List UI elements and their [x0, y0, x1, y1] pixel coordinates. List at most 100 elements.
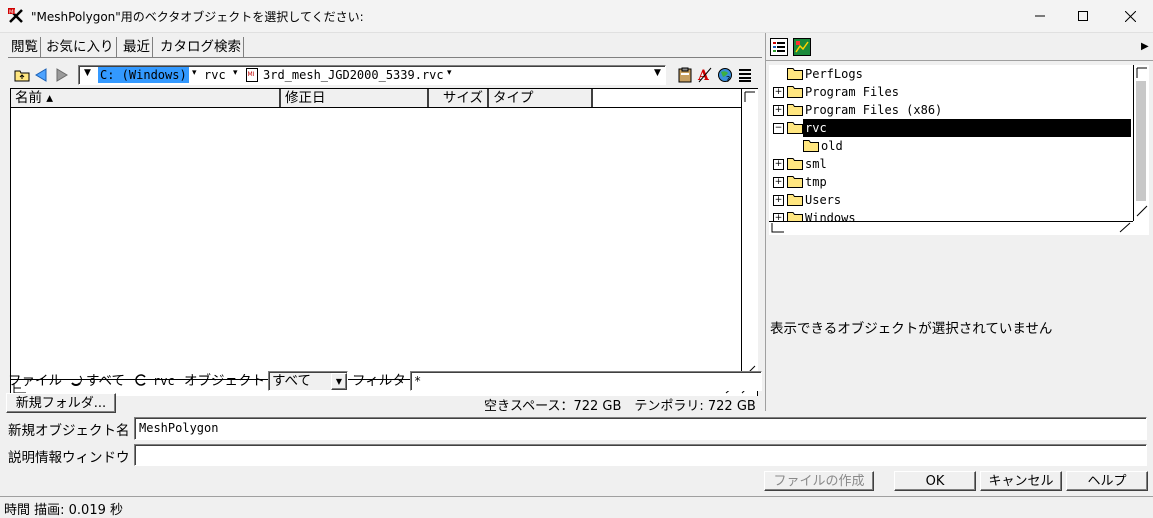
tree-item[interactable]: PerfLogs [769, 65, 1131, 83]
path-bar[interactable]: ▼ C: (Windows) ▾ rvc ▾ MI 3rd_mesh_JGD20… [78, 65, 666, 85]
tree-item-label[interactable]: rvc [805, 119, 827, 137]
no-selection-message: 表示できるオブジェクトが選択されていません [770, 321, 1053, 337]
column-header-type[interactable]: タイプ [489, 89, 593, 107]
chevron-down-icon[interactable]: ▾ [192, 68, 197, 78]
tree-item-label[interactable]: sml [805, 155, 827, 173]
clipboard-icon [678, 67, 692, 83]
rvc-radio-label[interactable]: rvc [153, 372, 175, 390]
tree-item-label[interactable]: Windows [805, 209, 856, 221]
filter-input[interactable]: * [410, 371, 762, 391]
create-file-button[interactable]: ファイルの作成 [764, 471, 874, 491]
tree-selection-highlight [803, 119, 1131, 137]
column-header-name[interactable]: 名前 ▴ [11, 89, 281, 107]
tree-item[interactable]: − rvc [769, 119, 1131, 137]
space-info: 空きスペース：722 GB テンポラリ: 722 GB [484, 399, 756, 414]
folder-icon [787, 104, 803, 116]
tree-item[interactable]: + Program Files [769, 83, 1131, 101]
scroll-up-icon[interactable] [744, 91, 756, 103]
ok-button[interactable]: OK [894, 471, 976, 491]
tree-item-label[interactable]: tmp [805, 173, 827, 191]
text-search-button[interactable]: A [697, 67, 713, 83]
scroll-down-icon[interactable] [1136, 205, 1148, 217]
tab-catalog-search[interactable]: カタログ検索 [158, 37, 244, 57]
expand-icon[interactable]: + [773, 159, 784, 170]
expand-icon[interactable]: + [773, 177, 784, 188]
folder-icon [787, 158, 803, 170]
tree-item-label[interactable]: PerfLogs [805, 65, 863, 83]
georeference-button[interactable]: ? [717, 67, 733, 83]
column-header-size[interactable]: サイズ [429, 89, 489, 107]
help-button[interactable]: ヘルプ [1066, 471, 1148, 491]
path-drive[interactable]: C: (Windows) [98, 67, 189, 83]
tab-browse[interactable]: 閲覧 [9, 37, 41, 57]
tree-scroll-thumb[interactable] [1136, 81, 1146, 201]
close-button[interactable] [1107, 0, 1153, 32]
file-list[interactable]: 名前 ▴ 修正日 サイズ タイプ [10, 88, 758, 396]
scroll-up-icon[interactable] [1136, 67, 1148, 79]
all-radio-label[interactable]: すべて [86, 372, 125, 390]
title-bar: MI "MeshPolygon"用のベクタオブジェクトを選択してください: [0, 0, 1153, 33]
svg-text:MI: MI [248, 71, 255, 78]
tab-divider [8, 57, 762, 58]
preview-view-button[interactable] [793, 38, 811, 56]
globe-icon: ? [718, 68, 732, 83]
pane-scroll-right-icon[interactable]: ▶ [1141, 41, 1149, 52]
tree-item-label[interactable]: Program Files (x86) [805, 101, 942, 119]
path-dropdown-icon[interactable]: ▼ [84, 68, 91, 78]
path-folder[interactable]: rvc [204, 67, 226, 83]
column-header-modified[interactable]: 修正日 [281, 89, 429, 107]
tree-item-label[interactable]: Program Files [805, 83, 899, 101]
tree-item[interactable]: + sml [769, 155, 1131, 173]
folder-tree[interactable]: PerfLogs + Program Files + Program Files (x8… [769, 65, 1149, 235]
tree-item[interactable]: old [769, 137, 1131, 155]
parent-folder-button[interactable] [14, 67, 30, 83]
list-view-button[interactable] [737, 67, 753, 83]
maximize-button[interactable] [1060, 0, 1106, 32]
collapse-icon[interactable]: − [773, 123, 784, 134]
scroll-right-icon[interactable] [1119, 222, 1131, 233]
object-type-value: すべて [272, 373, 312, 389]
tree-item-label[interactable]: old [821, 137, 843, 155]
new-object-name-input[interactable]: MeshPolygon [134, 417, 1147, 440]
tab-favorites[interactable]: お気に入り [44, 37, 117, 57]
tree-item-label[interactable]: Users [805, 191, 841, 209]
tree-item[interactable]: + Program Files (x86) [769, 101, 1131, 119]
folder-icon [787, 176, 803, 188]
details-view-button[interactable] [770, 38, 788, 56]
expand-icon[interactable]: + [773, 105, 784, 116]
folder-icon [787, 86, 803, 98]
expand-icon[interactable]: + [773, 87, 784, 98]
all-radio[interactable] [70, 374, 82, 386]
object-type-select[interactable]: すべて ▼ [268, 371, 348, 391]
expand-icon[interactable]: + [773, 195, 784, 206]
tree-item[interactable]: + tmp [769, 173, 1131, 191]
forward-arrow-icon [56, 68, 68, 82]
path-file[interactable]: 3rd_mesh_JGD2000_5339.rvc [263, 67, 444, 83]
chevron-down-icon[interactable]: ▾ [447, 68, 452, 78]
forward-button[interactable] [54, 67, 70, 83]
back-button[interactable] [33, 67, 49, 83]
status-bar: 時間 描画: 0.019 秒 [4, 503, 123, 518]
catalog-button[interactable] [677, 67, 693, 83]
map-preview-icon [793, 38, 811, 56]
path-history-dropdown-icon[interactable]: ▼ [654, 68, 661, 78]
font-search-icon: A [697, 67, 712, 83]
cancel-button[interactable]: キャンセル [980, 471, 1062, 491]
tree-horizontal-scrollbar[interactable] [769, 221, 1133, 234]
scroll-left-icon[interactable] [771, 222, 785, 233]
file-list-vertical-scrollbar[interactable] [741, 89, 758, 379]
tree-vertical-scrollbar[interactable] [1133, 65, 1149, 221]
folder-icon [787, 122, 803, 134]
new-folder-button[interactable]: 新規フォルダ... [6, 393, 116, 413]
description-input[interactable] [134, 444, 1147, 466]
rvc-radio[interactable] [135, 374, 147, 386]
dropdown-arrow-icon[interactable]: ▼ [331, 373, 347, 390]
folder-icon [787, 194, 803, 206]
expand-icon[interactable]: + [773, 213, 784, 221]
tab-recent[interactable]: 最近 [121, 37, 153, 57]
chevron-down-icon[interactable]: ▾ [233, 68, 238, 78]
minimize-button[interactable] [1017, 0, 1063, 32]
tree-item[interactable]: + Users [769, 191, 1131, 209]
details-list-icon [773, 42, 785, 52]
tree-item[interactable]: + Windows [769, 209, 1131, 221]
